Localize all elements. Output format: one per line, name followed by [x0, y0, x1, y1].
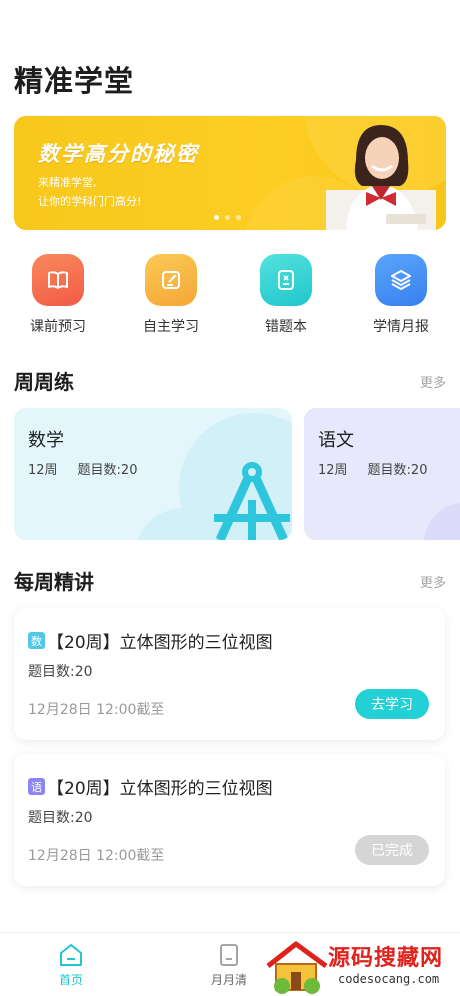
- house-logo-icon: [266, 941, 328, 994]
- weekly-week: 12周: [318, 463, 348, 478]
- tab-label: 首页: [58, 973, 83, 987]
- weekly-meta: 12周 题目数:20: [28, 459, 157, 478]
- lecture-title-row: 数 【20周】立体图形的三位视图: [28, 628, 273, 653]
- lectures-more-link[interactable]: 更多: [420, 572, 446, 591]
- quick-entry-monthly-report[interactable]: 学情月报: [355, 254, 447, 336]
- lecture-deadline: 12月28日 12:00截至: [28, 848, 165, 864]
- quick-entry-label: 错题本: [265, 319, 307, 335]
- tab-label: 月月清: [210, 973, 247, 987]
- weekly-count: 题目数:20: [77, 463, 138, 478]
- watermark-text: 源码搜藏网: [328, 946, 444, 971]
- lecture-card[interactable]: 数 【20周】立体图形的三位视图 题目数:20 12月28日 12:00截至 去…: [14, 608, 445, 740]
- weekly-count: 题目数:20: [367, 463, 428, 478]
- weekly-more-link[interactable]: 更多: [420, 372, 446, 391]
- layers-icon: [375, 254, 427, 306]
- lecture-deadline: 12月28日 12:00截至: [28, 702, 165, 718]
- pagination-dot: [225, 215, 230, 220]
- banner-headline: 数学高分的秘密: [38, 142, 199, 166]
- student-photo: [326, 125, 436, 230]
- weekly-subject: 数学: [28, 430, 64, 451]
- lecture-question-count: 题目数:20: [28, 810, 93, 826]
- tab-monthly[interactable]: 月月清: [199, 943, 259, 988]
- weekly-card-math[interactable]: 数学 12周 题目数:20: [14, 408, 292, 540]
- banner-subtitle-line2: 让你的学科门门高分!: [38, 195, 142, 208]
- watermark: 源码搜藏网 codesocang.com: [262, 938, 460, 996]
- weekly-subject: 语文: [318, 430, 354, 451]
- calendar-icon: [220, 944, 238, 966]
- quick-entry-self-study[interactable]: 自主学习: [125, 254, 217, 336]
- pagination-dot: [236, 215, 241, 220]
- quick-entry-label: 自主学习: [143, 319, 199, 335]
- lecture-title: 【20周】立体图形的三位视图: [47, 633, 273, 653]
- lecture-card[interactable]: 语 【20周】立体图形的三位视图 题目数:20 12月28日 12:00截至 已…: [14, 754, 445, 886]
- weekly-meta: 12周 题目数:20: [318, 459, 447, 478]
- pagination-dot-active: [214, 215, 219, 220]
- mistake-book-icon: [260, 254, 312, 306]
- watermark-url: codesocang.com: [338, 972, 440, 986]
- home-icon: [60, 944, 82, 966]
- weekly-card-chinese[interactable]: 语文 12周 题目数:20: [304, 408, 460, 540]
- banner-subtitle-line1: 来精准学堂,: [38, 176, 97, 189]
- lectures-section-title: 每周精讲: [14, 570, 94, 594]
- book-icon: [32, 254, 84, 306]
- go-study-button[interactable]: 去学习: [355, 689, 429, 719]
- compass-icon: [214, 462, 290, 540]
- banner-pagination: [214, 215, 241, 220]
- quick-entry-label: 学情月报: [373, 319, 429, 335]
- app-title: 精准学堂: [14, 64, 135, 98]
- lecture-question-count: 题目数:20: [28, 664, 93, 680]
- subject-tag: 数: [28, 632, 45, 649]
- quick-entry-label: 课前预习: [30, 319, 86, 335]
- lecture-title-row: 语 【20周】立体图形的三位视图: [28, 774, 273, 799]
- quick-entry-grid: 课前预习 自主学习 错题本 学情月报: [0, 254, 460, 340]
- subject-tag: 语: [28, 778, 45, 795]
- quick-entry-mistakes[interactable]: 错题本: [240, 254, 332, 336]
- tab-home[interactable]: 首页: [41, 943, 101, 988]
- completed-button[interactable]: 已完成: [355, 835, 429, 865]
- weekly-section-title: 周周练: [14, 370, 74, 394]
- promo-banner[interactable]: 数学高分的秘密 来精准学堂, 让你的学科门门高分!: [14, 116, 446, 230]
- weekly-week: 12周: [28, 463, 58, 478]
- lecture-title: 【20周】立体图形的三位视图: [47, 779, 273, 799]
- edit-icon: [145, 254, 197, 306]
- quick-entry-preview[interactable]: 课前预习: [12, 254, 104, 336]
